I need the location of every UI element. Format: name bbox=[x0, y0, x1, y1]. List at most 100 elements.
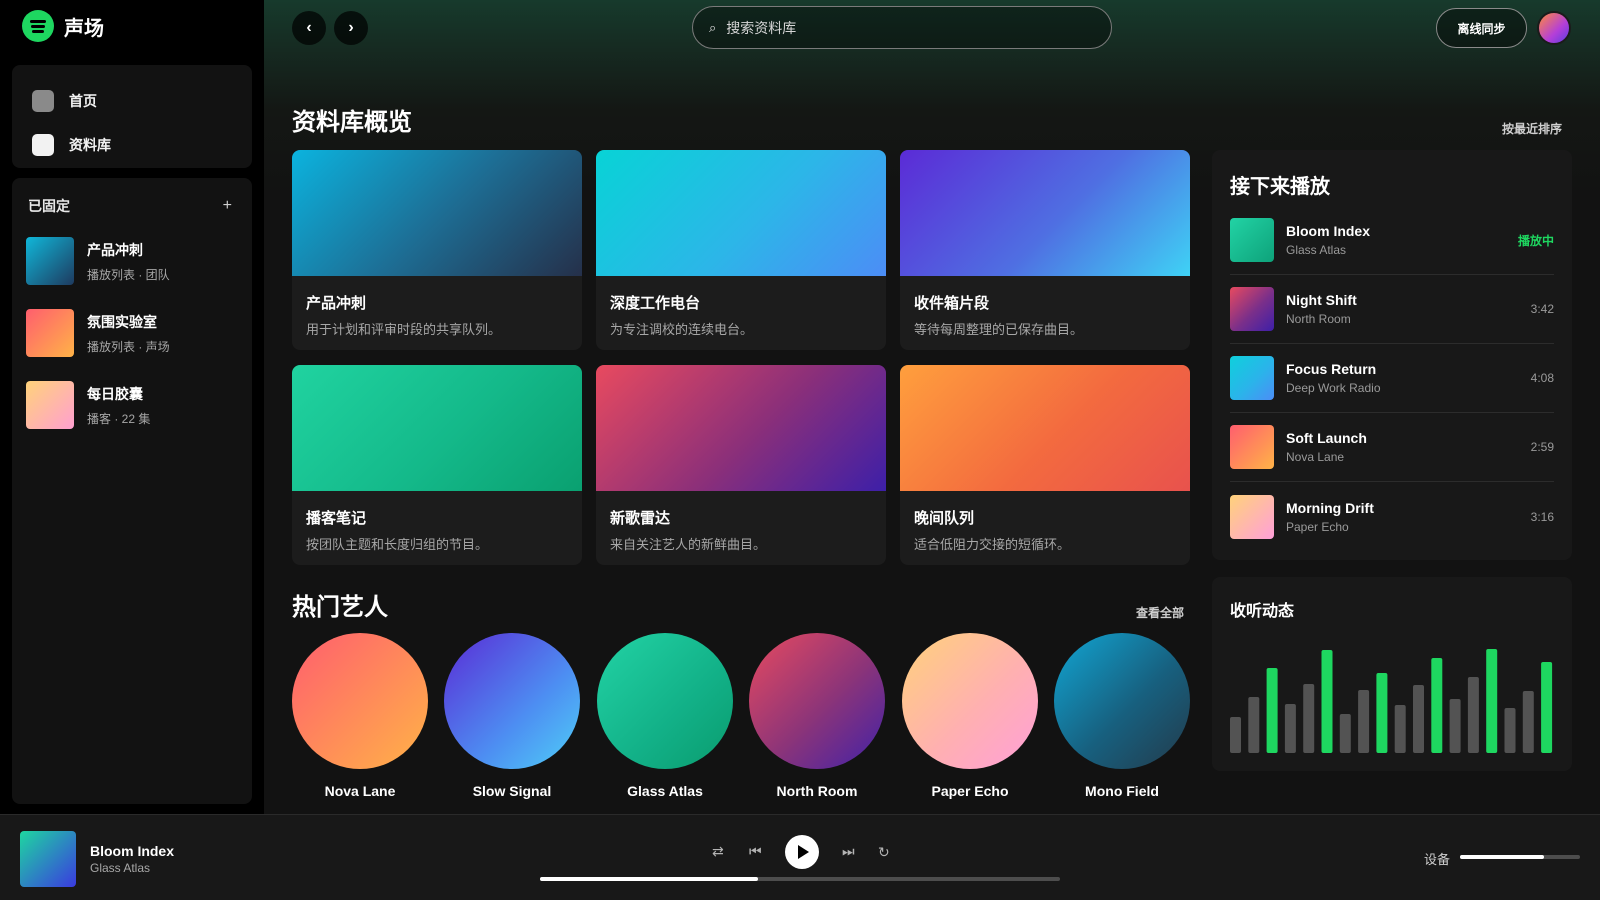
pinned-item-name: 氛围实验室 bbox=[87, 313, 157, 330]
now-playing-badge: 播放中 bbox=[1517, 233, 1554, 248]
offline-sync-button[interactable]: 离线同步 bbox=[1436, 8, 1527, 48]
listening-activity-panel: 收听动态 bbox=[1212, 577, 1572, 771]
artist-avatar bbox=[444, 633, 580, 769]
app-window: 声场 首页 资料库 已固定 + 产品冲刺 播放列表 · 团队 氛围实验室 播放列… bbox=[0, 0, 1600, 900]
forward-button[interactable]: › bbox=[334, 11, 368, 45]
card-title: 新歌雷达 bbox=[610, 510, 671, 527]
artist-card[interactable]: Slow Signal bbox=[444, 633, 580, 799]
add-icon[interactable]: + bbox=[223, 197, 232, 215]
library-card[interactable]: 新歌雷达 来自关注艺人的新鲜曲目。 bbox=[596, 365, 886, 565]
library-card[interactable]: 收件箱片段 等待每周整理的已保存曲目。 bbox=[900, 150, 1190, 350]
nav-label: 资料库 bbox=[69, 137, 111, 153]
library-card[interactable]: 产品冲刺 用于计划和评审时段的共享队列。 bbox=[292, 150, 582, 350]
pinned-item-sub: 播放列表 · 团队 bbox=[87, 267, 170, 282]
artist-name: North Room bbox=[776, 783, 858, 799]
artist-avatar bbox=[597, 633, 733, 769]
pinned-item-sub: 播放列表 · 声场 bbox=[87, 339, 170, 354]
artist-name: Nova Lane bbox=[324, 783, 396, 799]
card-title: 深度工作电台 bbox=[610, 295, 701, 312]
now-playing-title[interactable]: Bloom Index bbox=[90, 843, 174, 859]
artist-avatar bbox=[749, 633, 885, 769]
next-icon[interactable]: ⏭ bbox=[842, 844, 855, 858]
card-title: 播客笔记 bbox=[306, 510, 367, 527]
activity-bar bbox=[1284, 704, 1296, 753]
play-button[interactable] bbox=[785, 835, 819, 869]
podcast-cover bbox=[26, 381, 74, 429]
library-icon bbox=[32, 134, 54, 156]
home-icon bbox=[32, 90, 54, 112]
repeat-icon[interactable]: ↻ bbox=[878, 845, 890, 859]
queue-item[interactable]: Focus Return Deep Work Radio 4:08 bbox=[1230, 344, 1554, 413]
artist-card[interactable]: North Room bbox=[749, 633, 885, 799]
main-nav: 首页 资料库 bbox=[12, 65, 252, 168]
artist-avatar bbox=[902, 633, 1038, 769]
card-title: 晚间队列 bbox=[914, 510, 975, 527]
track-cover bbox=[1230, 287, 1274, 331]
pinned-item[interactable]: 氛围实验室 播放列表 · 声场 bbox=[26, 308, 240, 358]
activity-bar bbox=[1541, 662, 1553, 753]
sidebar: 声场 首页 资料库 已固定 + 产品冲刺 播放列表 · 团队 氛围实验室 播放列… bbox=[0, 0, 264, 814]
device-button[interactable]: 设备 bbox=[1424, 849, 1450, 868]
view-all-button[interactable]: 查看全部 bbox=[1136, 604, 1184, 621]
track-artist: Paper Echo bbox=[1286, 519, 1349, 534]
volume-slider[interactable] bbox=[1460, 855, 1580, 859]
activity-bar bbox=[1522, 691, 1534, 753]
queue-item[interactable]: Morning Drift Paper Echo 3:16 bbox=[1230, 482, 1554, 551]
pinned-item-name: 产品冲刺 bbox=[87, 241, 143, 258]
activity-bar bbox=[1504, 708, 1516, 753]
card-cover bbox=[596, 365, 886, 491]
now-playing-cover[interactable] bbox=[20, 831, 76, 887]
library-card[interactable]: 播客笔记 按团队主题和长度归组的节目。 bbox=[292, 365, 582, 565]
artist-avatar bbox=[292, 633, 428, 769]
artist-card[interactable]: Paper Echo bbox=[902, 633, 1038, 799]
player-bar: Bloom Index Glass Atlas ⇄ ⏮ ⏭ ↻ 设备 bbox=[0, 814, 1600, 900]
activity-bar bbox=[1413, 685, 1424, 753]
pinned-item-name: 每日胶囊 bbox=[87, 385, 143, 402]
avatar[interactable] bbox=[1537, 11, 1571, 45]
activity-bar bbox=[1230, 717, 1241, 753]
card-desc: 等待每周整理的已保存曲目。 bbox=[914, 322, 1084, 337]
card-cover bbox=[292, 150, 582, 276]
track-artist: North Room bbox=[1286, 312, 1351, 326]
nav-label: 首页 bbox=[69, 93, 97, 109]
track-title: Focus Return bbox=[1286, 361, 1377, 377]
previous-icon[interactable]: ⏮ bbox=[749, 844, 762, 858]
progress-fill bbox=[540, 877, 759, 881]
search-input[interactable] bbox=[726, 19, 1087, 36]
back-button[interactable]: ‹ bbox=[292, 11, 326, 45]
activity-bar bbox=[1376, 673, 1388, 753]
activity-bar bbox=[1394, 705, 1406, 753]
pinned-item[interactable]: 每日胶囊 播客 · 22 集 bbox=[26, 380, 240, 430]
queue-item[interactable]: Bloom Index Glass Atlas 播放中 bbox=[1230, 206, 1554, 275]
playback-progress[interactable] bbox=[540, 877, 1060, 881]
nav-item-library[interactable]: 资料库 bbox=[12, 123, 252, 167]
artist-card[interactable]: Glass Atlas bbox=[597, 633, 733, 799]
pinned-title: 已固定 bbox=[28, 198, 70, 214]
artist-name: Slow Signal bbox=[472, 783, 552, 799]
search-bar[interactable]: ⌕ bbox=[692, 6, 1112, 49]
sort-button[interactable]: 按最近排序 bbox=[1502, 120, 1562, 137]
artist-card[interactable]: Nova Lane bbox=[292, 633, 428, 799]
brand[interactable]: 声场 bbox=[22, 10, 104, 42]
activity-bar bbox=[1303, 684, 1315, 753]
queue-item[interactable]: Night Shift North Room 3:42 bbox=[1230, 275, 1554, 344]
pinned-item-sub: 播客 · 22 集 bbox=[87, 411, 151, 426]
shuffle-icon[interactable]: ⇄ bbox=[712, 844, 724, 858]
up-next-panel: 接下来播放 Bloom Index Glass Atlas 播放中 Night … bbox=[1212, 150, 1572, 560]
artists-title: 热门艺人 bbox=[292, 594, 388, 621]
nav-item-home[interactable]: 首页 bbox=[12, 79, 252, 123]
track-artist: Glass Atlas bbox=[1286, 243, 1347, 257]
activity-bar bbox=[1431, 658, 1443, 753]
logo-icon bbox=[22, 10, 54, 42]
track-cover bbox=[1230, 356, 1274, 400]
artist-avatar bbox=[1054, 633, 1190, 769]
queue-title: 接下来播放 bbox=[1230, 176, 1330, 198]
brand-name: 声场 bbox=[64, 17, 104, 40]
library-card[interactable]: 深度工作电台 为专注调校的连续电台。 bbox=[596, 150, 886, 350]
now-playing-artist[interactable]: Glass Atlas bbox=[90, 861, 150, 875]
card-cover bbox=[596, 150, 886, 276]
queue-item[interactable]: Soft Launch Nova Lane 2:59 bbox=[1230, 413, 1554, 482]
pinned-item[interactable]: 产品冲刺 播放列表 · 团队 bbox=[26, 236, 240, 286]
library-card[interactable]: 晚间队列 适合低阻力交接的短循环。 bbox=[900, 365, 1190, 565]
artist-card[interactable]: Mono Field bbox=[1054, 633, 1190, 799]
